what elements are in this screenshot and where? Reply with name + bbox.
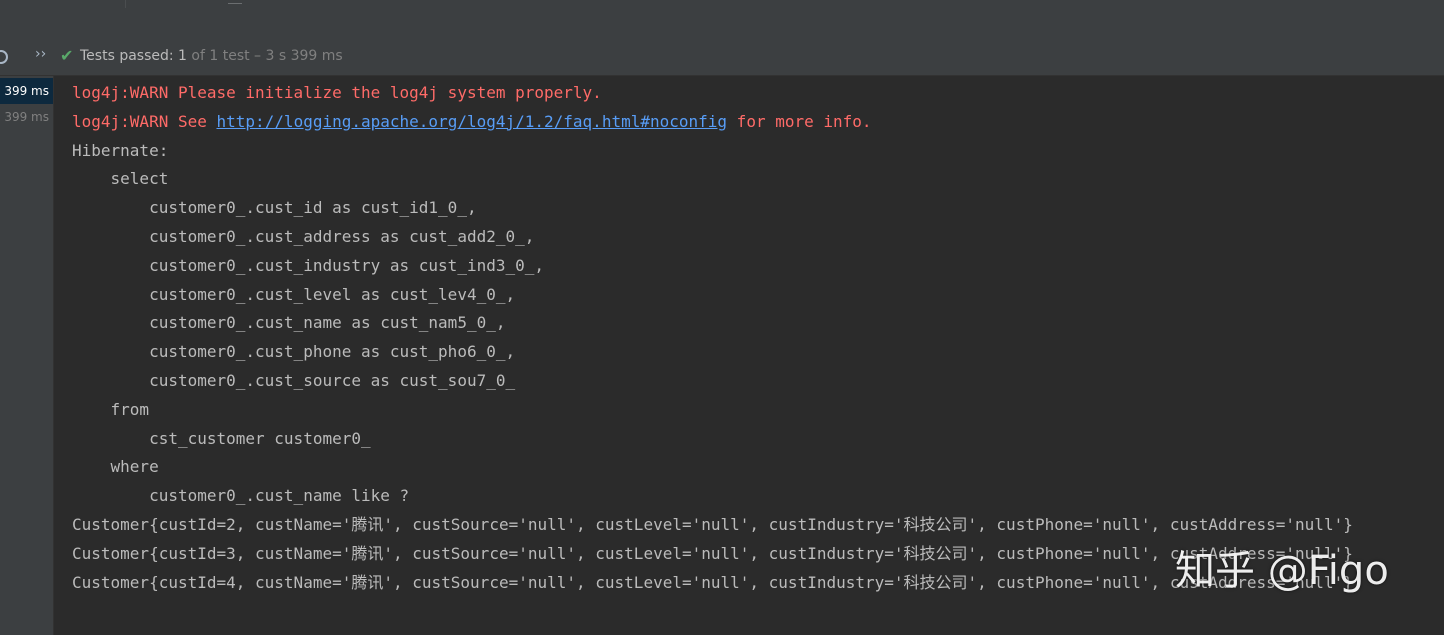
console-line: customer0_.cust_name like ? <box>72 486 410 506</box>
tab-fragment <box>228 0 242 4</box>
test-duration: 399 ms <box>4 84 49 98</box>
status-detail: of 1 test – 3 s 399 ms <box>191 48 343 64</box>
console-warn-line: log4j:WARN Please initialize the log4j s… <box>72 83 602 102</box>
tab-divider <box>125 0 126 8</box>
test-duration: 399 ms <box>4 110 49 124</box>
console-link[interactable]: http://logging.apache.org/log4j/1.2/faq.… <box>217 112 728 131</box>
console-line: customer0_.cust_address as cust_add2_0_, <box>72 226 535 246</box>
console-output[interactable]: log4j:WARN Please initialize the log4j s… <box>72 79 1432 597</box>
status-label: Tests passed: <box>80 48 174 64</box>
console-line: customer0_.cust_id as cust_id1_0_, <box>72 198 477 218</box>
double-chevron-icon[interactable]: ›› <box>35 46 46 62</box>
console-line: Customer{custId=2, custName='腾讯', custSo… <box>72 514 1353 534</box>
console-line: from <box>72 399 150 419</box>
console-warn-line: log4j:WARN See http://logging.apache.org… <box>72 108 1432 137</box>
console-line: cst_customer customer0_ <box>72 428 381 448</box>
watermark: 知乎 @Figo <box>1175 548 1389 594</box>
test-status-summary: Tests passed: 1 of 1 test – 3 s 399 ms <box>80 48 343 64</box>
warn-suffix: for more info. <box>727 111 872 131</box>
rerun-icon[interactable] <box>0 50 8 64</box>
test-tree-panel: 399 ms 399 ms <box>0 76 54 635</box>
console-line: Hibernate: <box>72 140 178 160</box>
run-toolbar <box>0 8 1444 39</box>
console-line: customer0_.cust_industry as cust_ind3_0_… <box>72 255 545 275</box>
test-tree-item-selected[interactable]: 399 ms <box>0 78 53 104</box>
console-line: customer0_.cust_name as cust_nam5_0_, <box>72 313 506 333</box>
checkmark-icon: ✔ <box>60 46 74 65</box>
test-tree-item[interactable]: 399 ms <box>0 104 53 130</box>
test-status-bar: ›› ✔ Tests passed: 1 of 1 test – 3 s 399… <box>0 39 1444 76</box>
console-line: where <box>72 457 159 477</box>
console-line: customer0_.cust_level as cust_lev4_0_, <box>72 284 516 304</box>
console-line: select <box>72 169 169 189</box>
console-line: customer0_.cust_phone as cust_pho6_0_, <box>72 342 516 362</box>
console-line: customer0_.cust_source as cust_sou7_0_ <box>72 370 525 390</box>
status-count: 1 <box>178 48 187 64</box>
warn-prefix: log4j:WARN See <box>72 111 217 131</box>
